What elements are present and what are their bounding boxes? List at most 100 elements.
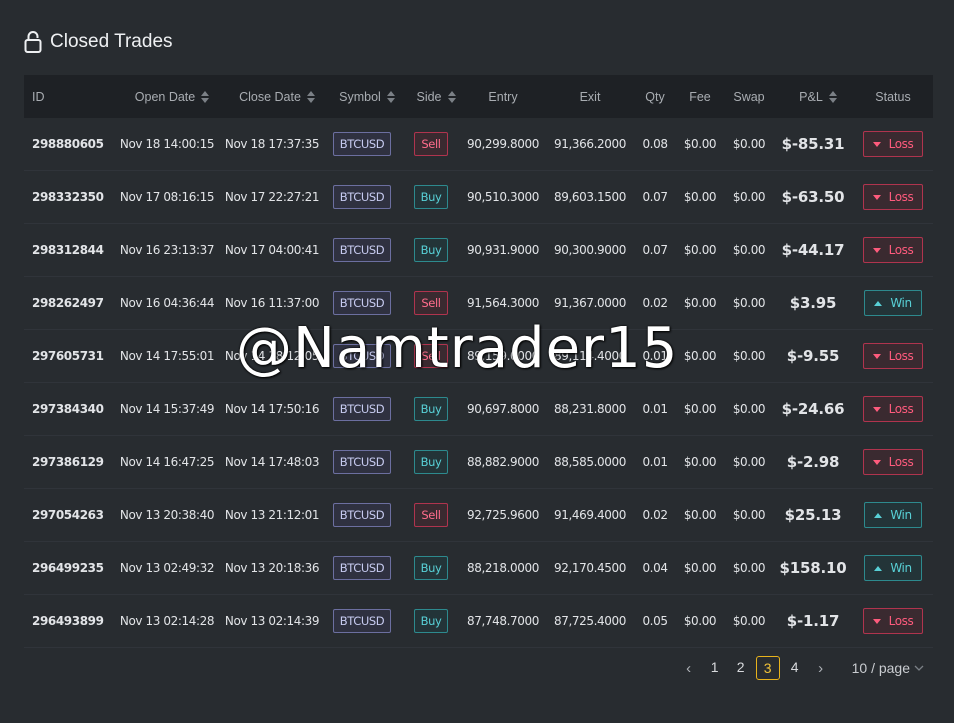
table-row: 297384340 Nov 14 15:37:49 Nov 14 17:50:16 B… xyxy=(24,383,933,436)
cell-status: Loss xyxy=(848,224,938,276)
symbol-badge: BTCUSD xyxy=(332,450,392,474)
status-badge: Win xyxy=(864,555,922,581)
cell-status: Loss xyxy=(848,118,938,170)
table-row: 298880605 Nov 18 14:00:15 Nov 18 17:37:35 B… xyxy=(24,118,933,171)
side-badge: Buy xyxy=(413,609,449,633)
sort-icon[interactable] xyxy=(447,90,456,103)
cell-entry: 87,748.7000 xyxy=(467,614,539,628)
cell-open: Nov 13 02:14:28 xyxy=(119,614,215,628)
table-row: 298332350 Nov 17 08:16:15 Nov 17 22:27:21 B… xyxy=(24,171,933,224)
caret-down-icon xyxy=(872,618,881,624)
cell-open: Nov 13 20:38:40 xyxy=(119,508,215,522)
caret-up-icon xyxy=(874,565,883,571)
caret-down-icon xyxy=(872,406,881,412)
status-badge: Loss xyxy=(862,449,924,475)
cell-close: Nov 18 17:37:35 xyxy=(224,137,320,151)
cell-close: Nov 13 20:18:36 xyxy=(224,561,320,575)
cell-open: Nov 17 08:16:15 xyxy=(119,190,215,204)
column-header-label: P&L xyxy=(799,89,823,104)
column-header-label: Side xyxy=(416,89,442,104)
cell-id: 298262497 xyxy=(32,296,104,310)
table-row: 296493899 Nov 13 02:14:28 Nov 13 02:14:39 B… xyxy=(24,595,933,648)
cell-entry: 90,697.8000 xyxy=(467,402,539,416)
cell-open: Nov 16 23:13:37 xyxy=(119,243,215,257)
page-size-select[interactable]: 10 / page xyxy=(852,660,924,676)
symbol-badge: BTCUSD xyxy=(332,609,392,633)
column-header-open[interactable]: Open Date xyxy=(122,75,222,118)
column-header-label: Swap xyxy=(733,89,765,104)
sort-icon[interactable] xyxy=(306,90,315,103)
cell-entry: 91,564.3000 xyxy=(467,296,539,310)
table-body: 298880605 Nov 18 14:00:15 Nov 18 17:37:35 B… xyxy=(24,118,933,648)
symbol-badge: BTCUSD xyxy=(332,185,392,209)
column-header-id: ID xyxy=(24,75,127,118)
chevron-left-icon[interactable]: ‹ xyxy=(678,657,700,679)
caret-up-icon xyxy=(874,300,883,306)
cell-id: 298880605 xyxy=(32,137,104,151)
cell-open: Nov 14 17:55:01 xyxy=(119,349,215,363)
side-badge: Sell xyxy=(414,344,448,368)
cell-close: Nov 13 21:12:01 xyxy=(224,508,320,522)
sort-icon[interactable] xyxy=(201,90,210,103)
cell-pnl: $-44.17 xyxy=(781,241,845,259)
status-badge: Loss xyxy=(862,184,924,210)
page-list: 1234 xyxy=(704,656,806,680)
page-2-button[interactable]: 2 xyxy=(730,656,752,678)
cell-id: 298312844 xyxy=(32,243,104,257)
cell-id: 297054263 xyxy=(32,508,104,522)
side-badge: Sell xyxy=(414,503,448,527)
cell-close: Nov 17 04:00:41 xyxy=(224,243,320,257)
cell-status: Loss xyxy=(848,330,938,382)
side-badge: Buy xyxy=(413,556,449,580)
side-badge: Sell xyxy=(414,132,448,156)
column-header-entry: Entry xyxy=(458,75,548,118)
cell-pnl: $3.95 xyxy=(789,294,837,312)
status-badge: Loss xyxy=(862,131,924,157)
table-row: 296499235 Nov 13 02:49:32 Nov 13 20:18:36 B… xyxy=(24,542,933,595)
column-header-label: Symbol xyxy=(339,89,381,104)
cell-status: Win xyxy=(848,489,938,541)
table-row: 297605731 Nov 14 17:55:01 Nov 14 18:12:05 B… xyxy=(24,330,933,383)
caret-down-icon xyxy=(872,247,881,253)
cell-status: Loss xyxy=(848,436,938,488)
page-4-button[interactable]: 4 xyxy=(784,656,806,678)
caret-down-icon xyxy=(872,141,881,147)
cell-open: Nov 16 04:36:44 xyxy=(119,296,215,310)
side-badge: Buy xyxy=(413,450,449,474)
cell-open: Nov 14 15:37:49 xyxy=(119,402,215,416)
status-badge: Loss xyxy=(862,396,924,422)
page-3-button[interactable]: 3 xyxy=(755,656,780,680)
cell-pnl: $-63.50 xyxy=(781,188,845,206)
cell-id: 297386129 xyxy=(32,455,104,469)
sort-icon[interactable] xyxy=(828,90,837,103)
status-label: Win xyxy=(890,508,912,522)
status-label: Loss xyxy=(888,614,914,628)
cell-id: 296499235 xyxy=(32,561,104,575)
symbol-badge: BTCUSD xyxy=(332,397,392,421)
side-badge: Sell xyxy=(414,291,448,315)
cell-entry: 88,882.9000 xyxy=(467,455,539,469)
cell-entry: 88,218.0000 xyxy=(467,561,539,575)
cell-close: Nov 14 18:12:05 xyxy=(224,349,320,363)
cell-pnl: $-2.98 xyxy=(786,453,840,471)
table-row: 297054263 Nov 13 20:38:40 Nov 13 21:12:01 B… xyxy=(24,489,933,542)
chevron-right-icon[interactable]: › xyxy=(810,657,832,679)
caret-up-icon xyxy=(874,512,883,518)
symbol-badge: BTCUSD xyxy=(332,238,392,262)
cell-close: Nov 16 11:37:00 xyxy=(224,296,320,310)
table-header: ID Open Date Close Date Symbol Side Entry Exit… xyxy=(24,75,933,118)
cell-status: Loss xyxy=(848,383,938,435)
side-badge: Buy xyxy=(413,185,449,209)
status-label: Win xyxy=(890,296,912,310)
cell-id: 297605731 xyxy=(32,349,104,363)
cell-status: Win xyxy=(848,277,938,329)
page-1-button[interactable]: 1 xyxy=(704,656,726,678)
column-header-label: Open Date xyxy=(134,89,196,104)
symbol-badge: BTCUSD xyxy=(332,132,392,156)
cell-open: Nov 14 16:47:25 xyxy=(119,455,215,469)
cell-close: Nov 14 17:48:03 xyxy=(224,455,320,469)
column-header-close[interactable]: Close Date xyxy=(227,75,327,118)
status-label: Loss xyxy=(888,190,914,204)
closed-trades-table: ID Open Date Close Date Symbol Side Entry Exit… xyxy=(24,75,933,648)
cell-id: 298332350 xyxy=(32,190,104,204)
